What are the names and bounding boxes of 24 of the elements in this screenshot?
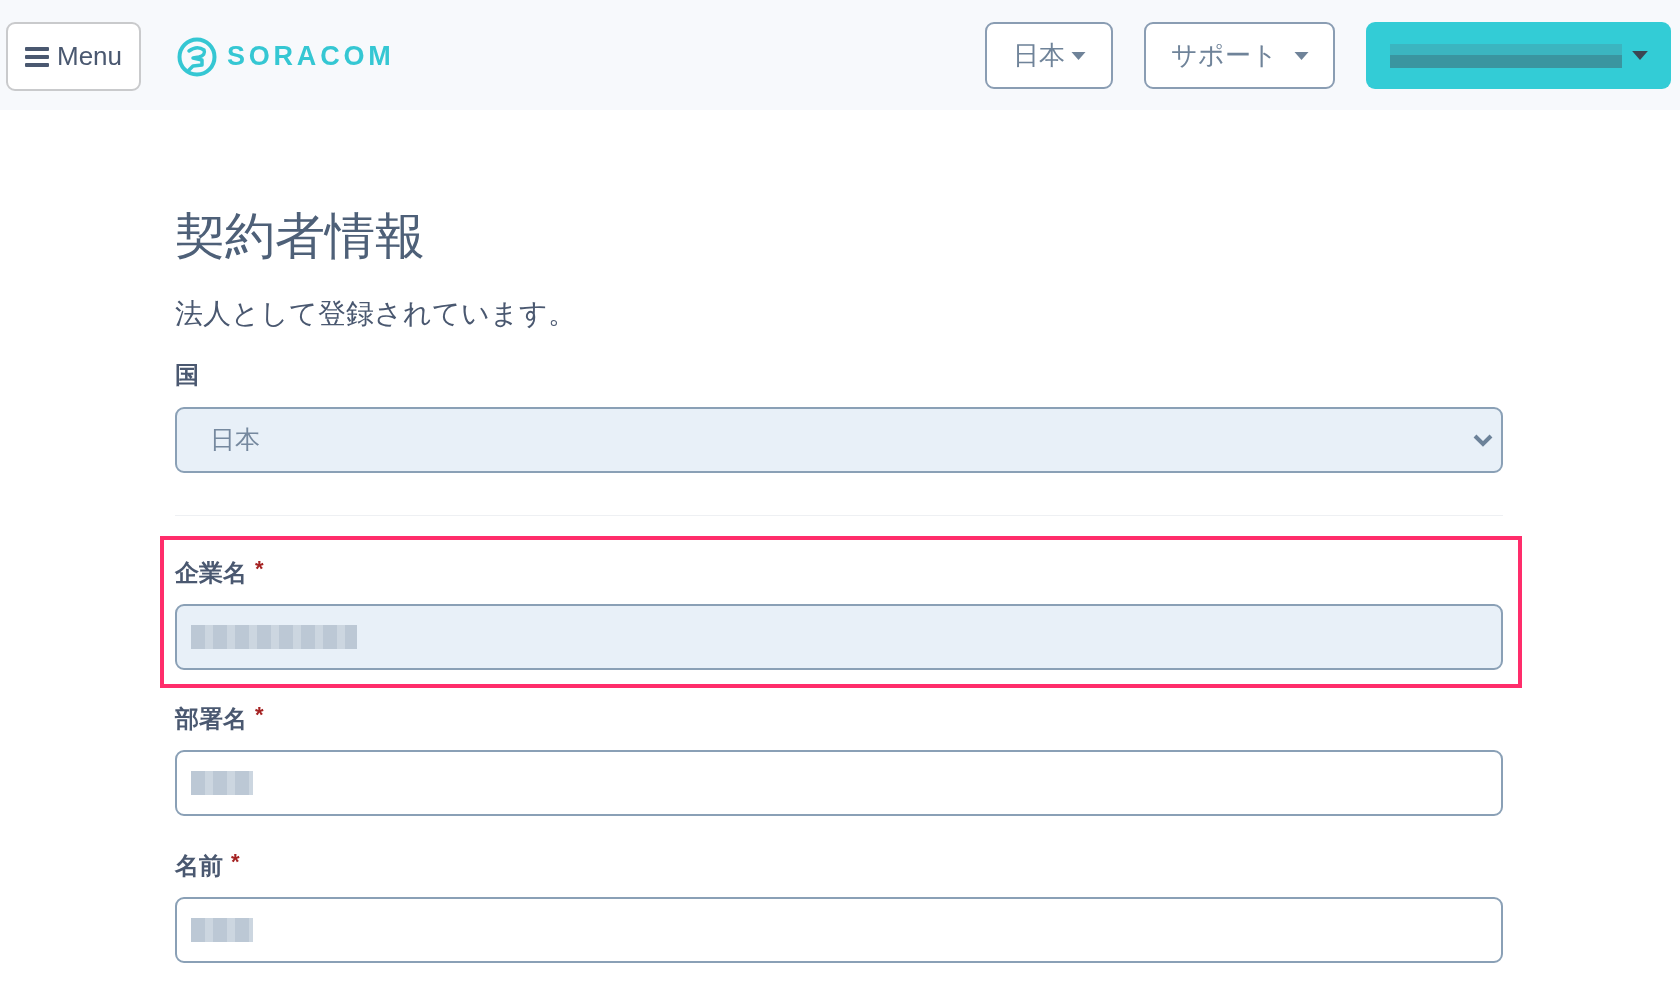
field-label: 部署名	[175, 704, 247, 734]
page-description: 法人として登録されています。	[175, 297, 576, 331]
input-field[interactable]	[175, 897, 1503, 963]
language-dropdown[interactable]: 日本	[985, 22, 1113, 89]
page-title: 契約者情報	[175, 207, 425, 266]
input-field[interactable]	[175, 750, 1503, 816]
menu-icon	[24, 46, 49, 67]
field-label: 名前	[175, 851, 223, 881]
caret-icon	[1293, 51, 1309, 60]
country-select[interactable]: 日本	[175, 407, 1503, 473]
logo-icon	[177, 36, 217, 77]
input-field[interactable]	[175, 604, 1503, 670]
required-mark: *	[255, 557, 264, 581]
required-mark: *	[231, 850, 240, 874]
caret-icon	[1070, 51, 1086, 60]
menu-button[interactable]: Menu	[6, 22, 141, 91]
field-label: 企業名	[175, 558, 247, 588]
account-dropdown[interactable]	[1366, 22, 1671, 89]
logo-text: SORACOM	[227, 40, 395, 74]
chevron-down-icon	[1473, 433, 1493, 447]
support-dropdown[interactable]: サポート	[1144, 22, 1335, 89]
caret-icon	[1631, 51, 1648, 60]
field-label: 国	[175, 360, 199, 390]
required-mark: *	[255, 703, 264, 727]
